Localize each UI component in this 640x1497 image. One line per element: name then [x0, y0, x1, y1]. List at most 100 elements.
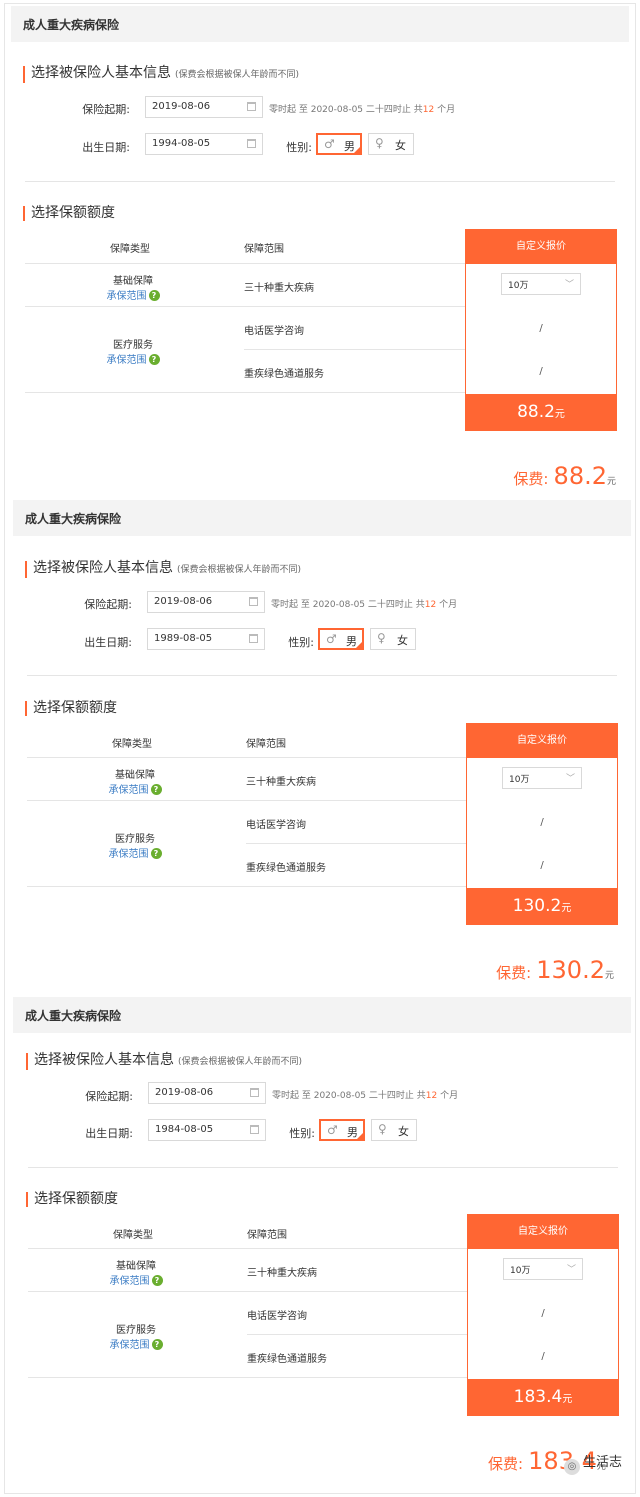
coverage-title: 选择保额额度: [23, 206, 115, 221]
row-divider: [244, 349, 465, 350]
birth-date-input[interactable]: 1989-08-05: [147, 628, 265, 650]
start-date-label: 保险起期:: [84, 598, 132, 611]
selected-check-icon: [355, 641, 363, 649]
basic-cover-type: 基础保障 承保范围?: [85, 766, 185, 796]
insurance-period: 零时起 至 2020-08-05 二十四时止 共12 个月: [271, 600, 458, 610]
basic-range: 三十种重大疾病: [247, 1268, 317, 1279]
custom-quote-header: 自定义报价: [466, 230, 616, 264]
help-icon[interactable]: ?: [150, 848, 162, 859]
birth-date-input[interactable]: 1994-08-05: [145, 133, 263, 155]
basic-scope-link[interactable]: 承保范围?: [86, 1272, 186, 1287]
col-header-type: 保障类型: [112, 739, 152, 750]
row-divider: [27, 757, 467, 758]
medical-scope-link[interactable]: 承保范围?: [85, 845, 185, 860]
insurance-panel: 成人重大疾病保险 选择被保险人基本信息 (保费会根据被保人年龄而不同) 保险起期:…: [0, 991, 640, 1491]
custom-price: 88.2元: [466, 394, 616, 430]
medical-range-green: 重疾绿色通道服务: [244, 369, 324, 380]
custom-quote-column: 自定义报价 10万 ﹀ / / 130.2元: [466, 723, 618, 925]
panel-title: 成人重大疾病保险: [25, 512, 122, 526]
gender-female-button[interactable]: ♀ 女: [370, 628, 416, 650]
help-icon[interactable]: ?: [148, 354, 160, 365]
chevron-down-icon: ﹀: [564, 280, 574, 290]
amount-select[interactable]: 10万 ﹀: [503, 1258, 583, 1280]
male-icon: ♂: [326, 632, 337, 646]
birth-date-label: 出生日期:: [85, 1127, 133, 1140]
female-icon: ♀: [375, 136, 384, 150]
gender-label: 性别:: [289, 1127, 315, 1140]
gender-male-button[interactable]: ♂ 男: [319, 1119, 365, 1141]
col-header-type: 保障类型: [113, 1230, 153, 1241]
row-divider: [27, 800, 467, 801]
slash-value: /: [539, 323, 543, 334]
medical-range-phone: 电话医学咨询: [246, 820, 306, 831]
col-header-range: 保障范围: [246, 739, 286, 750]
basic-scope-link[interactable]: 承保范围?: [85, 781, 185, 796]
calendar-icon[interactable]: [250, 1088, 259, 1097]
basic-scope-link[interactable]: 承保范围?: [83, 287, 183, 302]
medical-range-phone: 电话医学咨询: [247, 1311, 307, 1322]
start-date-value: 2019-08-06: [154, 596, 213, 607]
coverage-title: 选择保额额度: [26, 1192, 118, 1207]
medical-scope-link[interactable]: 承保范围?: [83, 351, 183, 366]
premium-total: 保费: 130.2元: [496, 956, 614, 984]
col-header-type: 保障类型: [110, 244, 150, 255]
birth-date-value: 1994-08-05: [152, 138, 211, 149]
slash-value: /: [540, 817, 544, 828]
birth-date-input[interactable]: 1984-08-05: [148, 1119, 266, 1141]
basic-range: 三十种重大疾病: [246, 777, 316, 788]
selected-check-icon: [356, 1132, 364, 1140]
help-icon[interactable]: ?: [148, 290, 160, 301]
panel-header: 成人重大疾病保险: [11, 6, 629, 42]
wechat-logo-icon: ◎: [563, 1459, 580, 1475]
gender-female-button[interactable]: ♀ 女: [371, 1119, 417, 1141]
calendar-icon[interactable]: [249, 597, 258, 606]
custom-price: 183.4元: [468, 1379, 618, 1415]
help-icon[interactable]: ?: [151, 1339, 163, 1350]
basic-cover-type: 基础保障 承保范围?: [83, 272, 183, 302]
insurance-period: 零时起 至 2020-08-05 二十四时止 共12 个月: [272, 1091, 459, 1101]
basic-info-note: (保费会根据被保人年龄而不同): [175, 70, 300, 80]
insurance-period: 零时起 至 2020-08-05 二十四时止 共12 个月: [269, 105, 456, 115]
chevron-down-icon: ﹀: [566, 1265, 576, 1275]
basic-info-note: (保费会根据被保人年龄而不同): [177, 565, 302, 575]
amount-select[interactable]: 10万 ﹀: [501, 273, 581, 295]
help-icon[interactable]: ?: [151, 1275, 163, 1286]
medical-cover-type: 医疗服务 承保范围?: [83, 336, 183, 366]
gender-male-button[interactable]: ♂ 男: [318, 628, 364, 650]
medical-cover-type: 医疗服务 承保范围?: [85, 830, 185, 860]
insurance-panel: 成人重大疾病保险 选择被保险人基本信息 (保费会根据被保人年龄而不同) 保险起期:…: [0, 0, 640, 495]
col-header-range: 保障范围: [247, 1230, 287, 1241]
section-divider: [28, 1167, 618, 1168]
row-divider: [25, 263, 465, 264]
calendar-icon[interactable]: [247, 102, 256, 111]
start-date-input[interactable]: 2019-08-06: [145, 96, 263, 118]
section-divider: [25, 181, 615, 182]
row-divider: [25, 392, 465, 393]
chevron-down-icon: ﹀: [565, 774, 575, 784]
medical-range-green: 重疾绿色通道服务: [246, 863, 326, 874]
insurance-panel: 成人重大疾病保险 选择被保险人基本信息 (保费会根据被保人年龄而不同) 保险起期:…: [0, 494, 640, 989]
slash-value: /: [539, 366, 543, 377]
row-divider: [25, 306, 465, 307]
amount-select[interactable]: 10万 ﹀: [502, 767, 582, 789]
selected-check-icon: [353, 146, 361, 154]
gender-female-button[interactable]: ♀ 女: [368, 133, 414, 155]
basic-range: 三十种重大疾病: [244, 283, 314, 294]
medical-scope-link[interactable]: 承保范围?: [86, 1336, 186, 1351]
start-date-input[interactable]: 2019-08-06: [148, 1082, 266, 1104]
medical-cover-type: 医疗服务 承保范围?: [86, 1321, 186, 1351]
gender-label: 性别:: [286, 141, 312, 154]
custom-quote-column: 自定义报价 10万 ﹀ / / 183.4元: [467, 1214, 619, 1416]
panel-header: 成人重大疾病保险: [13, 500, 631, 536]
col-header-range: 保障范围: [244, 244, 284, 255]
start-date-value: 2019-08-06: [155, 1087, 214, 1098]
start-date-input[interactable]: 2019-08-06: [147, 591, 265, 613]
row-divider: [28, 1248, 468, 1249]
row-divider: [27, 886, 467, 887]
medical-range-green: 重疾绿色通道服务: [247, 1354, 327, 1365]
male-icon: ♂: [324, 137, 335, 151]
help-icon[interactable]: ?: [150, 784, 162, 795]
medical-range-phone: 电话医学咨询: [244, 326, 304, 337]
gender-male-button[interactable]: ♂ 男: [316, 133, 362, 155]
birth-date-label: 出生日期:: [84, 636, 132, 649]
